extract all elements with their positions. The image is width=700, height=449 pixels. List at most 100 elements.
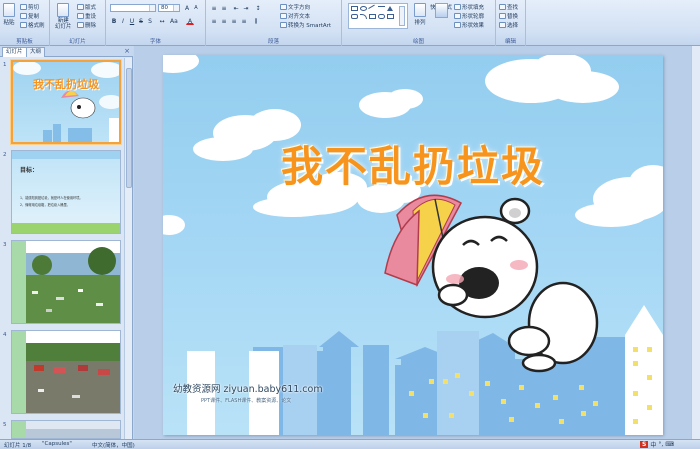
slide-thumbnail-5[interactable] bbox=[11, 420, 121, 439]
italic-button[interactable]: I bbox=[119, 17, 127, 25]
columns-button[interactable]: ⫼ bbox=[252, 17, 260, 25]
underline-button[interactable]: U bbox=[128, 17, 136, 25]
spacing-button[interactable]: ↔ bbox=[158, 17, 166, 25]
change-case-button[interactable]: Aa bbox=[169, 17, 178, 25]
align-right-button[interactable]: ≡ bbox=[230, 17, 238, 25]
new-slide-button[interactable]: 新建 幻灯片 bbox=[55, 3, 72, 30]
star-shape-icon[interactable] bbox=[369, 14, 376, 19]
brace-shape-icon[interactable] bbox=[378, 14, 385, 19]
shape-outline-button[interactable]: 形状轮廓 bbox=[454, 12, 484, 20]
group-label-drawing: 绘图 bbox=[412, 39, 424, 45]
rectangle-shape-icon[interactable] bbox=[351, 6, 358, 11]
more-shapes-icon[interactable] bbox=[399, 6, 405, 26]
text-direction-button[interactable]: 文字方向 bbox=[280, 3, 310, 11]
reset-button[interactable]: 重设 bbox=[77, 12, 96, 20]
justify-button[interactable]: ≡ bbox=[240, 17, 248, 25]
smartart-button[interactable]: 转换为 SmartArt bbox=[280, 21, 331, 29]
language-indicator[interactable]: 中文(简体，中国) bbox=[92, 441, 135, 449]
paste-button[interactable]: 粘贴 bbox=[3, 3, 15, 26]
shrink-font-button[interactable]: A bbox=[192, 4, 200, 12]
panel-scrollbar[interactable] bbox=[124, 58, 132, 439]
rounded-rect-shape-icon[interactable] bbox=[351, 14, 358, 19]
slide-editor: 我不乱扔垃圾 幼教资源网 ziyuan.baby611.com PPT课件、FL… bbox=[134, 46, 700, 439]
scissors-icon bbox=[20, 4, 27, 10]
slide-title[interactable]: 我不乱扔垃圾 bbox=[243, 133, 583, 194]
font-color-button[interactable]: A bbox=[186, 17, 194, 25]
align-text-icon bbox=[280, 13, 287, 19]
select-button[interactable]: 选择 bbox=[499, 21, 518, 29]
arrange-button[interactable]: 排列 bbox=[414, 3, 426, 26]
watermark-subtext: PPT课件、FLASH课件、教案资源、论文 bbox=[201, 398, 292, 404]
brush-icon bbox=[20, 22, 27, 28]
shape-fill-button[interactable]: 形状填充 bbox=[454, 3, 484, 11]
text-direction-icon bbox=[280, 4, 287, 10]
slide-number: 2 bbox=[3, 152, 7, 158]
cut-button[interactable]: 剪切 bbox=[20, 3, 39, 11]
bold-button[interactable]: B bbox=[110, 17, 118, 25]
ime-mode[interactable]: 中 bbox=[650, 440, 656, 449]
align-center-button[interactable]: ≡ bbox=[220, 17, 228, 25]
find-button[interactable]: 查找 bbox=[499, 3, 518, 11]
slide-thumbnail-1[interactable]: 我不乱扔垃圾 bbox=[11, 60, 121, 144]
ime-toolbar[interactable]: S 中 °, ⌨ bbox=[640, 440, 698, 449]
strikethrough-button[interactable]: S bbox=[137, 17, 145, 25]
triangle-shape-icon[interactable] bbox=[387, 6, 393, 11]
slide-count: 幻灯片 1/8 bbox=[4, 443, 32, 449]
curve-shape-icon[interactable] bbox=[360, 14, 367, 19]
layout-button[interactable]: 版式 bbox=[77, 3, 96, 11]
cursor-icon bbox=[499, 22, 506, 28]
delete-slide-button[interactable]: 删除 bbox=[77, 21, 96, 29]
align-left-button[interactable]: ≡ bbox=[210, 17, 218, 25]
slide-thumbnail-2[interactable]: 目标： 1、能感知到脏垃圾，就是坏人在使用环境。 2、懂得用垃圾箱，把垃圾入桶里… bbox=[11, 150, 121, 234]
line-spacing-button[interactable]: ↕ bbox=[254, 4, 262, 12]
slides-panel: 幻灯片 大纲 × 1 我不乱扔垃圾 2 目标： 1、能感知到脏垃圾，就是坏人在使… bbox=[0, 46, 133, 439]
copy-button[interactable]: 复制 bbox=[20, 12, 39, 20]
effects-icon bbox=[454, 22, 461, 28]
font-name-combo[interactable] bbox=[110, 4, 156, 12]
layout-icon bbox=[77, 4, 84, 10]
status-bar: 幻灯片 1/8 "Capsules" 中文(简体，中国) S 中 °, ⌨ bbox=[0, 439, 700, 449]
group-slides: 新建 幻灯片 版式 重设 删除 幻灯片 bbox=[50, 0, 106, 46]
group-drawing: 排列 快速样式 形状填充 形状轮廓 形状效果 绘图 bbox=[342, 0, 496, 46]
thumbnail-2-heading: 目标： bbox=[20, 167, 39, 174]
thumbnail-2-art bbox=[12, 151, 120, 233]
quick-styles-button[interactable]: 快速样式 bbox=[430, 3, 452, 18]
tab-slides[interactable]: 幻灯片 bbox=[2, 47, 27, 57]
slide-canvas[interactable]: 我不乱扔垃圾 幼教资源网 ziyuan.baby611.com PPT课件、FL… bbox=[163, 55, 663, 435]
shapes-gallery[interactable] bbox=[348, 3, 408, 29]
thumbnail-2-line-2: 2、懂得用垃圾箱，把垃圾入桶里。 bbox=[20, 203, 70, 207]
increase-indent-button[interactable]: ⇥ bbox=[242, 4, 250, 12]
bullets-button[interactable]: ≡ bbox=[210, 4, 218, 12]
quick-styles-icon bbox=[434, 3, 448, 18]
binoculars-icon bbox=[499, 4, 506, 10]
numbering-button[interactable]: ≡ bbox=[220, 4, 228, 12]
font-size-combo[interactable]: 80 bbox=[158, 4, 180, 12]
thumbnail-2-line-1: 1、能感知到脏垃圾，就是坏人在使用环境。 bbox=[20, 196, 83, 200]
close-icon[interactable]: × bbox=[124, 47, 130, 55]
chevron-down-icon[interactable] bbox=[173, 5, 179, 11]
line-shape-icon[interactable] bbox=[368, 4, 377, 13]
arrow-shape-icon[interactable] bbox=[378, 6, 385, 11]
ime-logo-icon[interactable]: S bbox=[640, 441, 649, 448]
shadow-button[interactable]: S bbox=[146, 17, 154, 25]
editor-scrollbar[interactable] bbox=[691, 46, 700, 439]
tab-outline[interactable]: 大纲 bbox=[26, 47, 46, 57]
group-editing: 查找 替换 选择 编辑 bbox=[496, 0, 526, 46]
shape-effects-button[interactable]: 形状效果 bbox=[454, 21, 484, 29]
replace-button[interactable]: 替换 bbox=[499, 12, 518, 20]
callout-shape-icon[interactable] bbox=[387, 14, 394, 19]
slide-thumbnail-4[interactable] bbox=[11, 330, 121, 414]
group-label-paragraph: 段落 bbox=[267, 39, 279, 45]
chevron-down-icon[interactable] bbox=[149, 5, 155, 11]
punctuation-icon[interactable]: °, bbox=[658, 441, 663, 448]
watermark-text: 幼教资源网 ziyuan.baby611.com bbox=[173, 384, 323, 395]
oval-shape-icon[interactable] bbox=[360, 6, 367, 11]
align-text-button[interactable]: 对齐文本 bbox=[280, 12, 310, 20]
group-label-slides: 幻灯片 bbox=[69, 39, 86, 45]
format-painter-button[interactable]: 格式刷 bbox=[20, 21, 45, 29]
decrease-indent-button[interactable]: ⇤ bbox=[232, 4, 240, 12]
grow-font-button[interactable]: A bbox=[183, 4, 191, 12]
panel-scrollbar-thumb[interactable] bbox=[126, 68, 132, 188]
keyboard-icon[interactable]: ⌨ bbox=[665, 441, 674, 448]
slide-thumbnail-3[interactable] bbox=[11, 240, 121, 324]
